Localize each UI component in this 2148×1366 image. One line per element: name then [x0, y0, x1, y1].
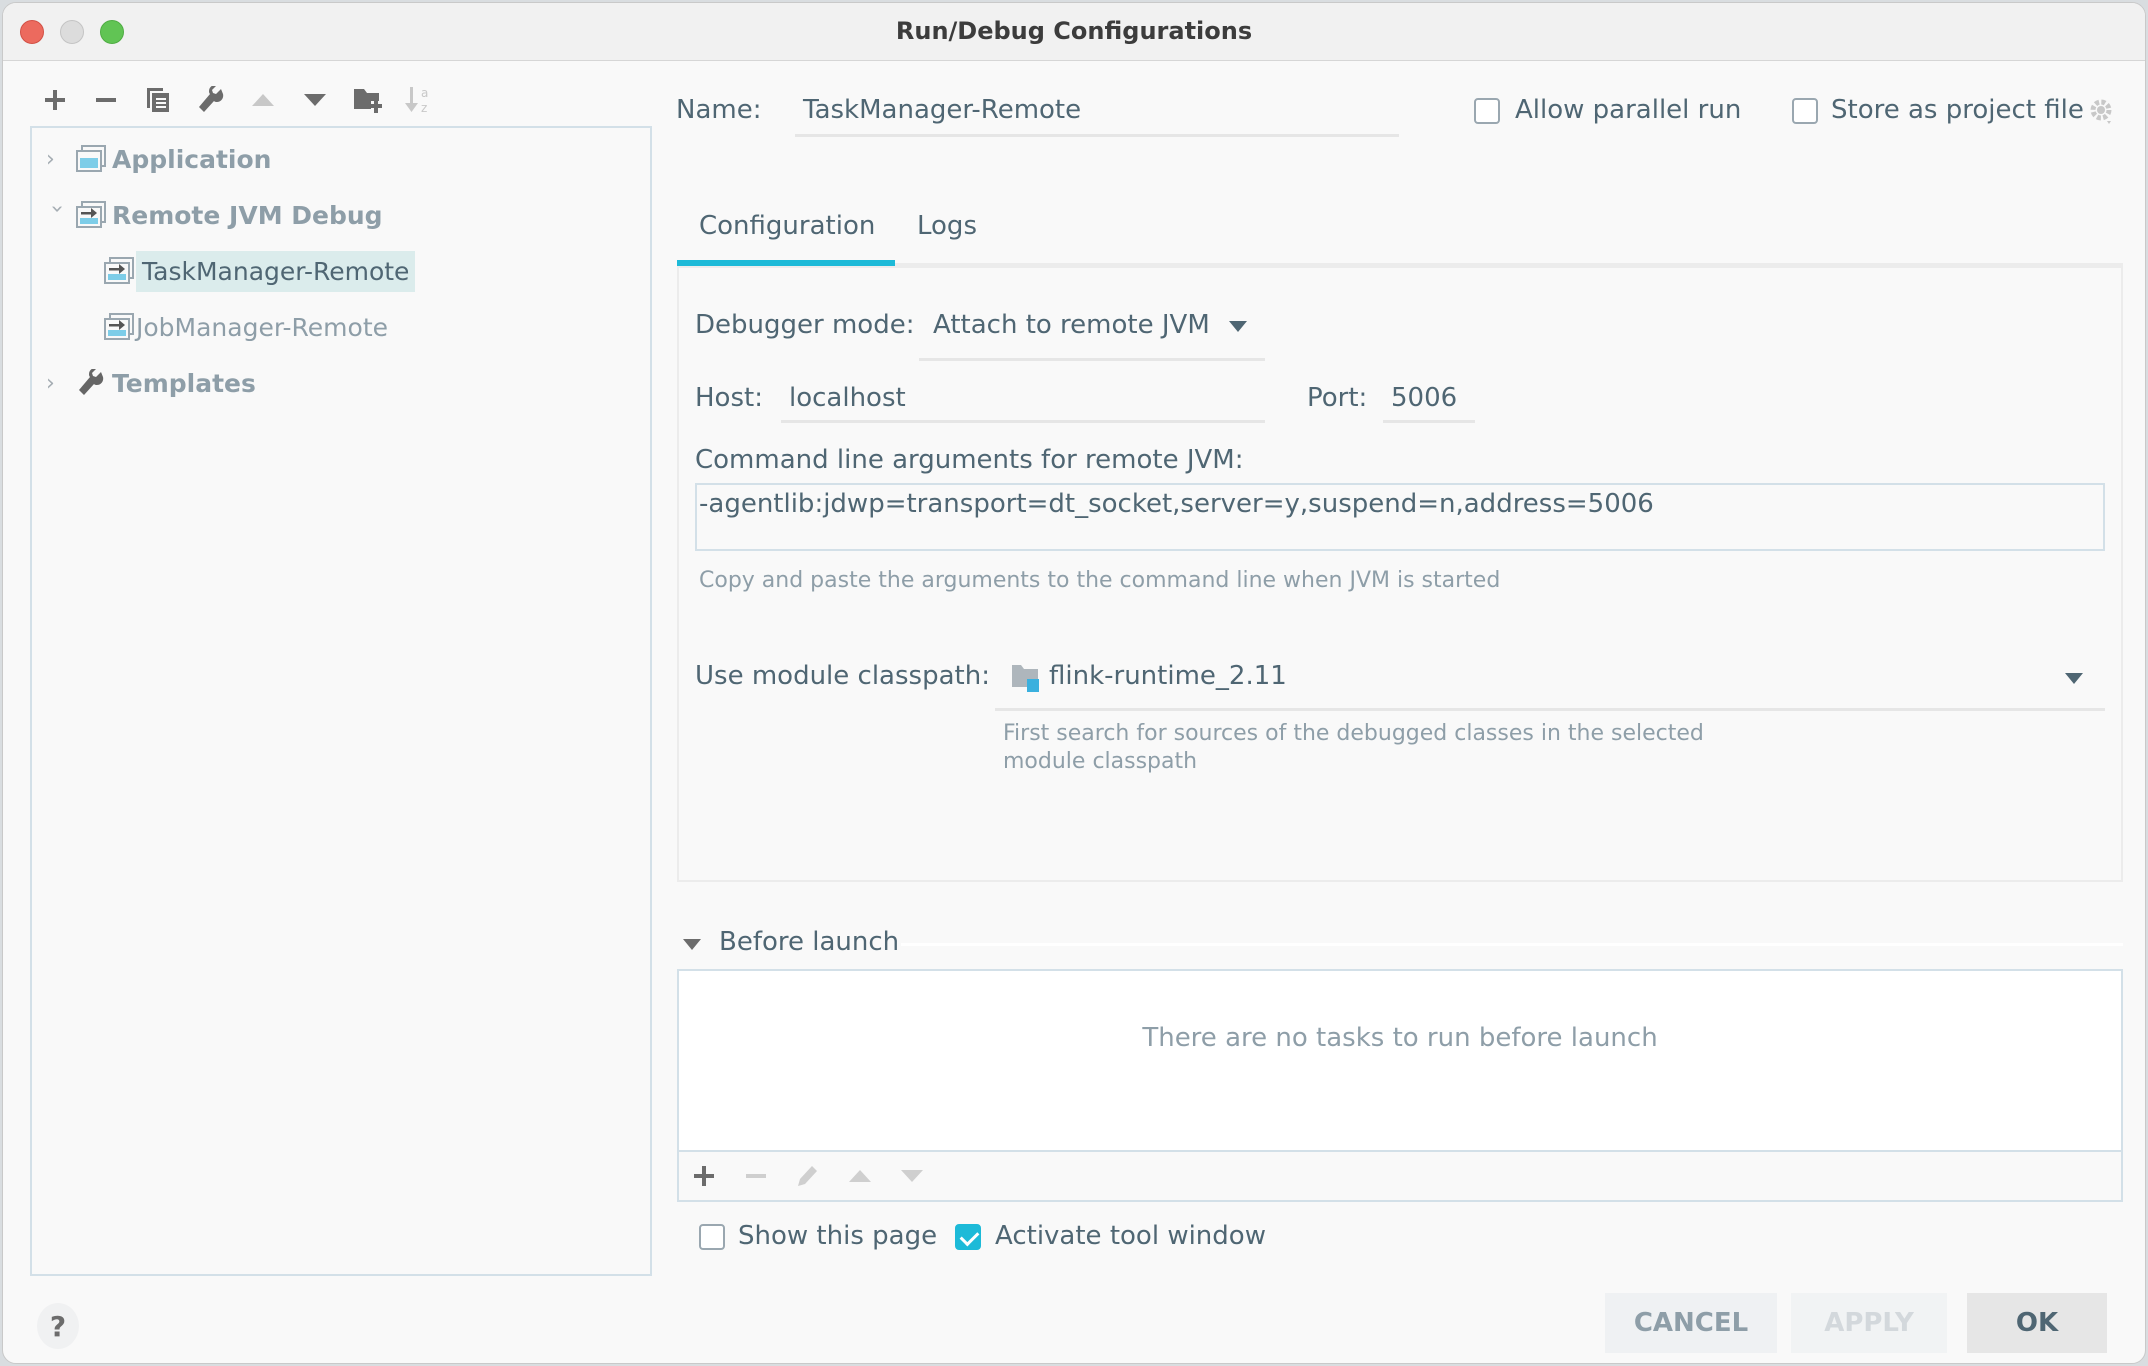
port-input-underline — [1383, 420, 1475, 423]
show-this-page-checkbox[interactable] — [699, 1224, 725, 1250]
before-launch-collapse-toggle[interactable] — [683, 939, 701, 950]
show-this-page-label: Show this page — [738, 1221, 938, 1251]
move-down-icon[interactable] — [298, 83, 332, 117]
cancel-button[interactable]: CANCEL — [1605, 1293, 1777, 1353]
debugger-mode-underline — [919, 358, 1265, 361]
store-as-project-file-checkbox[interactable] — [1792, 98, 1818, 124]
tab-logs[interactable]: Logs — [917, 211, 977, 241]
name-input[interactable]: TaskManager-Remote — [803, 95, 1081, 125]
activate-tool-window-label: Activate tool window — [995, 1221, 1266, 1251]
before-launch-separator — [901, 943, 2123, 946]
host-label: Host: — [695, 383, 763, 413]
module-classpath-label: Use module classpath: — [695, 661, 990, 691]
dropdown-arrow-icon — [1229, 321, 1247, 332]
chevron-down-icon[interactable]: › — [45, 204, 70, 226]
tree-item-remote-jvm-debug[interactable]: › Remote JVM Debug — [45, 189, 383, 241]
cmdline-args-hint: Copy and paste the arguments to the comm… — [699, 568, 1501, 593]
remote-debug-config-icon — [76, 201, 106, 228]
before-launch-toolbar — [677, 1150, 2123, 1202]
module-classpath-underline — [995, 708, 2105, 711]
move-task-up-icon[interactable] — [843, 1159, 877, 1193]
tree-item-taskmanager-remote[interactable]: TaskManager-Remote — [104, 245, 416, 297]
tree-item-label: JobManager-Remote — [136, 312, 389, 342]
wrench-icon — [79, 369, 104, 395]
edit-task-icon[interactable] — [791, 1159, 825, 1193]
copy-icon[interactable] — [141, 83, 175, 117]
remove-task-icon[interactable] — [739, 1159, 773, 1193]
activate-tool-window-checkbox[interactable] — [955, 1224, 981, 1250]
help-button[interactable]: ? — [37, 1303, 79, 1349]
remote-debug-config-icon — [104, 257, 134, 284]
window-title: Run/Debug Configurations — [895, 17, 1253, 45]
name-label: Name: — [676, 95, 762, 125]
configuration-tree[interactable]: › Application › Remote JVM Debug TaskMan… — [30, 126, 652, 1276]
module-classpath-value: flink-runtime_2.11 — [1049, 661, 1287, 691]
add-task-icon[interactable] — [687, 1159, 721, 1193]
tab-configuration[interactable]: Configuration — [699, 211, 875, 241]
name-input-underline — [795, 134, 1399, 137]
new-folder-icon[interactable] — [351, 83, 385, 117]
ok-button[interactable]: OK — [1967, 1293, 2107, 1353]
before-launch-empty-text: There are no tasks to run before launch — [1142, 1023, 1658, 1053]
port-input[interactable]: 5006 — [1391, 383, 1457, 413]
chevron-right-icon[interactable]: › — [46, 371, 76, 396]
module-classpath-hint-line1: First search for sources of the debugged… — [1003, 721, 1704, 746]
before-launch-title: Before launch — [719, 927, 900, 957]
move-up-icon[interactable] — [246, 83, 280, 117]
port-label: Port: — [1307, 383, 1368, 413]
tree-item-templates[interactable]: › Templates — [46, 357, 256, 409]
chevron-right-icon[interactable]: › — [46, 147, 76, 172]
tree-item-application[interactable]: › Application — [46, 133, 271, 185]
tree-item-label: TaskManager-Remote — [136, 250, 416, 292]
tree-item-label: Templates — [112, 368, 256, 398]
host-input-underline — [781, 420, 1265, 423]
host-input[interactable]: localhost — [789, 383, 906, 413]
tree-item-label: Remote JVM Debug — [112, 200, 383, 230]
remove-icon[interactable] — [89, 83, 123, 117]
dropdown-arrow-icon — [2065, 673, 2083, 684]
allow-parallel-run-label: Allow parallel run — [1515, 95, 1742, 125]
store-as-project-file-label: Store as project file — [1831, 95, 2084, 125]
remote-debug-config-icon — [104, 313, 134, 340]
tree-item-label: Application — [112, 144, 272, 174]
debugger-mode-select[interactable]: Attach to remote JVM — [919, 303, 1265, 359]
apply-button[interactable]: APPLY — [1791, 1293, 1947, 1353]
cmdline-args-label: Command line arguments for remote JVM: — [695, 445, 1244, 475]
cmdline-args-value: -agentlib:jdwp=transport=dt_socket,serve… — [699, 489, 1654, 519]
wrench-icon[interactable] — [194, 83, 228, 117]
gear-icon[interactable] — [2087, 97, 2115, 125]
application-config-icon — [76, 145, 106, 172]
module-classpath-hint-line2: module classpath — [1003, 749, 1198, 774]
allow-parallel-run-checkbox[interactable] — [1474, 98, 1500, 124]
tree-item-jobmanager-remote[interactable]: JobManager-Remote — [104, 301, 388, 353]
svg-text:a: a — [421, 86, 428, 100]
cmdline-args-textarea[interactable]: -agentlib:jdwp=transport=dt_socket,serve… — [695, 483, 2105, 551]
move-task-down-icon[interactable] — [895, 1159, 929, 1193]
debugger-mode-label: Debugger mode: — [695, 310, 915, 340]
module-folder-icon — [1012, 665, 1039, 692]
module-classpath-select[interactable]: flink-runtime_2.11 — [995, 651, 2105, 707]
svg-text:z: z — [421, 101, 427, 115]
add-icon[interactable] — [38, 83, 72, 117]
title-bar: Run/Debug Configurations — [3, 3, 2145, 61]
triangle-down-icon — [683, 939, 701, 950]
debugger-mode-value: Attach to remote JVM — [933, 310, 1210, 340]
run-debug-dialog: Run/Debug Configurations az › Applicatio… — [2, 2, 2146, 1364]
sort-alpha-icon[interactable]: az — [402, 83, 436, 117]
